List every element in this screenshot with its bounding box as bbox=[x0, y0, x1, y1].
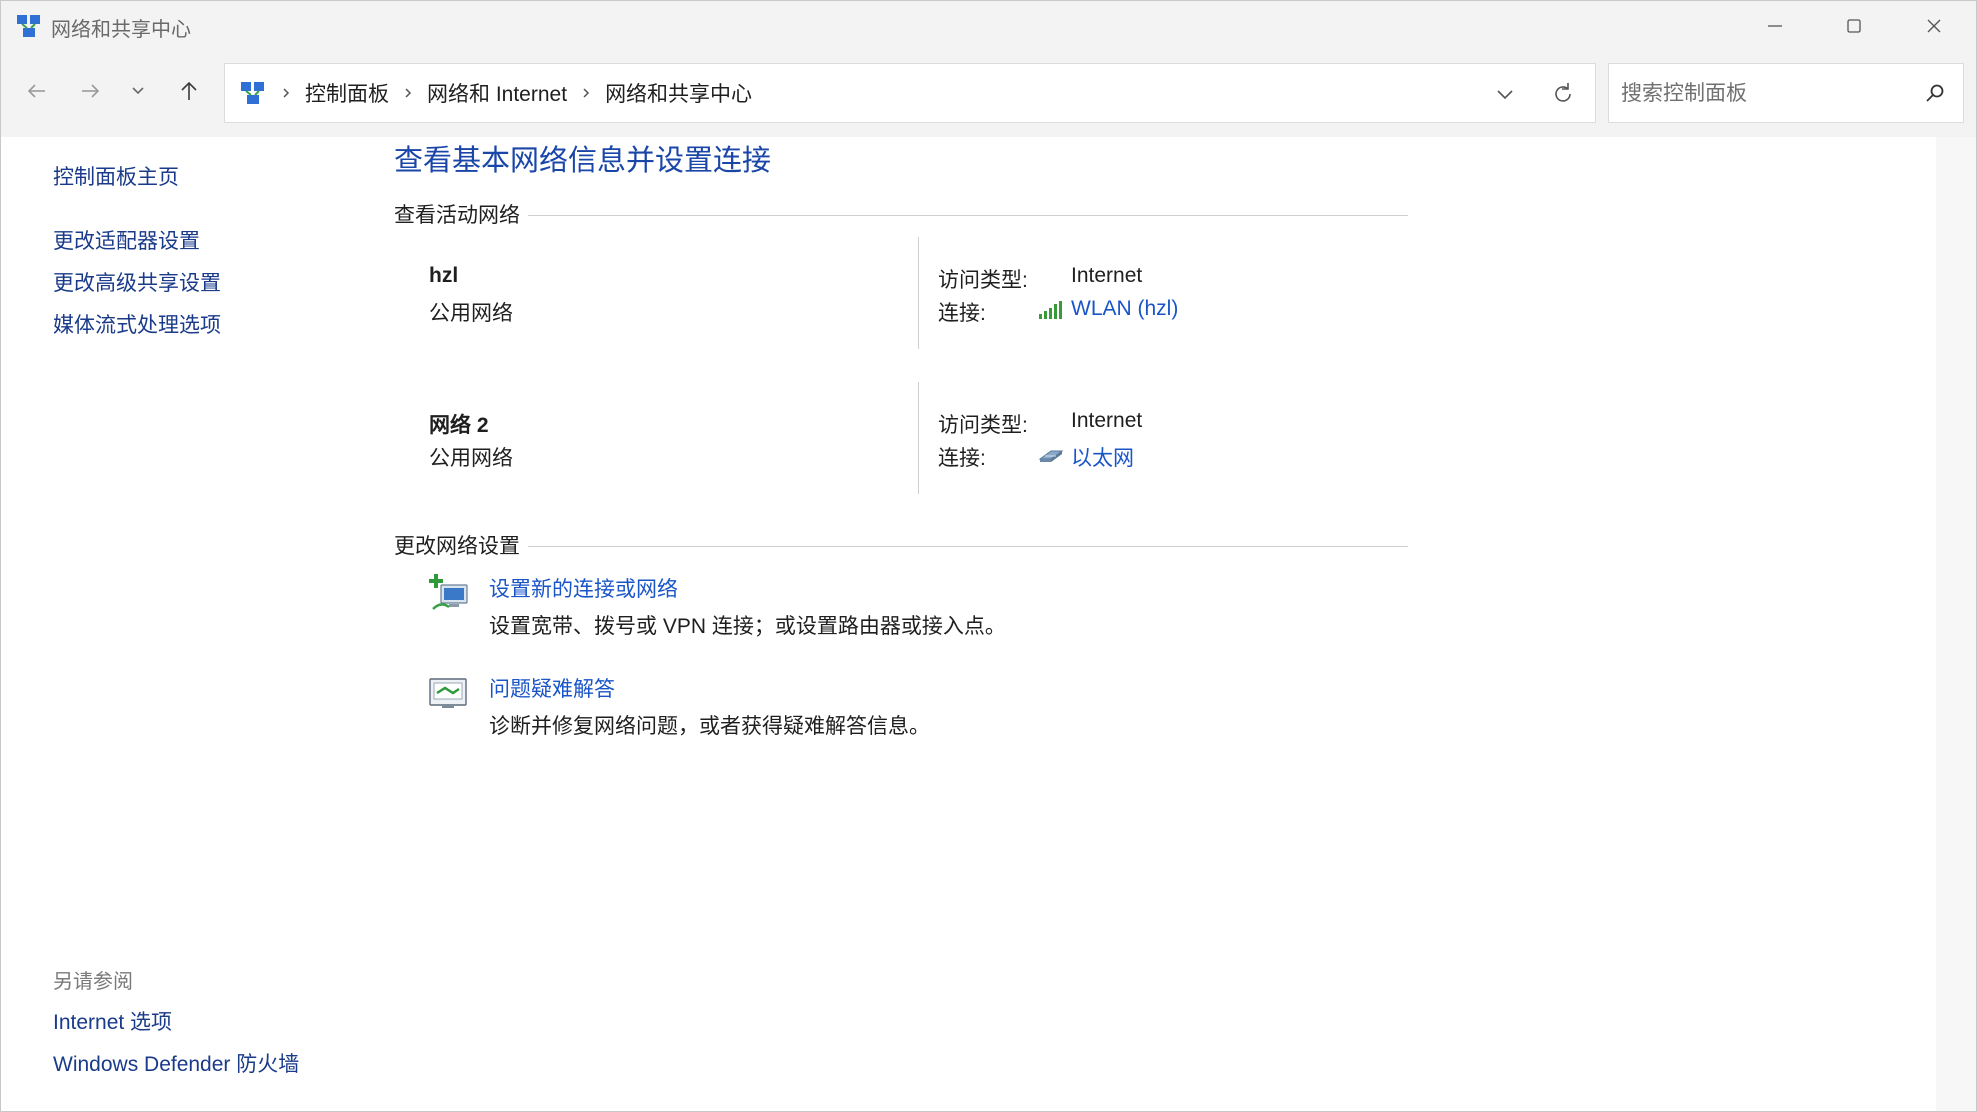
access-type-label: 访问类型: bbox=[938, 414, 1028, 437]
address-history-chevron-icon[interactable] bbox=[1493, 82, 1517, 106]
minimize-button[interactable] bbox=[1735, 1, 1815, 51]
active-networks-heading: 查看活动网络 bbox=[394, 199, 528, 229]
chevron-down-icon bbox=[132, 87, 144, 95]
sidebar-item-control-panel-home[interactable]: 控制面板主页 bbox=[53, 161, 179, 191]
minimize-icon bbox=[1768, 25, 1782, 27]
section-divider bbox=[394, 215, 1408, 216]
connection-label: 连接: bbox=[938, 302, 986, 325]
breadcrumb-network-sharing-center[interactable]: 网络和共享中心 bbox=[605, 78, 752, 108]
network-category[interactable]: 公用网络 bbox=[429, 442, 513, 472]
network-column-divider bbox=[918, 237, 919, 349]
connection-label: 连接: bbox=[938, 447, 986, 470]
sidebar-item-media-streaming-options[interactable]: 媒体流式处理选项 bbox=[53, 309, 221, 339]
breadcrumb-control-panel[interactable]: 控制面板 bbox=[305, 78, 389, 108]
network-column-divider bbox=[918, 382, 919, 494]
search-icon[interactable] bbox=[1925, 83, 1945, 103]
arrow-left-icon bbox=[27, 84, 45, 98]
network-center-icon bbox=[17, 15, 40, 37]
wifi-signal-icon bbox=[1039, 301, 1062, 319]
change-network-settings-heading: 更改网络设置 bbox=[394, 530, 528, 560]
see-also-heading: 另请参阅 bbox=[53, 971, 133, 993]
forward-button[interactable] bbox=[70, 71, 110, 111]
page-title: 查看基本网络信息并设置连接 bbox=[394, 145, 772, 177]
setup-new-connection-description: 设置宽带、拨号或 VPN 连接；或设置路由器或接入点。 bbox=[489, 615, 1006, 638]
network-category[interactable]: 公用网络 bbox=[429, 297, 513, 327]
access-type-label: 访问类型: bbox=[938, 269, 1028, 292]
navigation-bar: 控制面板 网络和 Internet 网络和共享中心 bbox=[1, 51, 1976, 137]
sidebar-item-internet-options[interactable]: Internet 选项 bbox=[53, 1006, 172, 1036]
control-panel-icon bbox=[241, 82, 264, 104]
window-right-edge bbox=[1936, 137, 1976, 1111]
refresh-icon[interactable] bbox=[1549, 80, 1577, 108]
close-button[interactable] bbox=[1894, 1, 1974, 51]
recent-locations-button[interactable] bbox=[118, 71, 158, 111]
troubleshoot-description: 诊断并修复网络问题，或者获得疑难解答信息。 bbox=[489, 715, 930, 738]
new-connection-icon[interactable] bbox=[427, 571, 471, 615]
arrow-right-icon bbox=[82, 84, 100, 98]
breadcrumb-separator-icon bbox=[281, 86, 291, 100]
access-type-value: Internet bbox=[1071, 264, 1143, 287]
breadcrumb-separator-icon bbox=[581, 86, 591, 100]
connection-link-wlan[interactable]: WLAN (hzl) bbox=[1071, 297, 1178, 321]
maximize-icon bbox=[1847, 19, 1861, 33]
content-area: 控制面板主页 更改适配器设置 更改高级共享设置 媒体流式处理选项 另请参阅 In… bbox=[1, 137, 1976, 1111]
breadcrumb-network-internet[interactable]: 网络和 Internet bbox=[427, 78, 567, 108]
address-bar[interactable]: 控制面板 网络和 Internet 网络和共享中心 bbox=[224, 63, 1596, 123]
window-title: 网络和共享中心 bbox=[51, 19, 191, 41]
troubleshoot-icon[interactable] bbox=[427, 671, 471, 715]
sidebar-item-windows-defender-firewall[interactable]: Windows Defender 防火墙 bbox=[53, 1048, 299, 1078]
title-bar: 网络和共享中心 bbox=[1, 1, 1976, 51]
network-name: 网络 2 bbox=[429, 414, 489, 437]
search-box[interactable] bbox=[1608, 63, 1964, 123]
breadcrumb-separator-icon bbox=[403, 86, 413, 100]
back-button[interactable] bbox=[17, 71, 57, 111]
close-icon bbox=[1927, 19, 1941, 33]
network-name: hzl bbox=[429, 264, 459, 287]
ethernet-icon bbox=[1038, 450, 1064, 462]
connection-link-ethernet[interactable]: 以太网 bbox=[1071, 442, 1134, 472]
section-divider bbox=[394, 546, 1408, 547]
search-input[interactable] bbox=[1619, 76, 1913, 112]
setup-new-connection-link[interactable]: 设置新的连接或网络 bbox=[489, 573, 678, 603]
troubleshoot-link[interactable]: 问题疑难解答 bbox=[489, 673, 615, 703]
sidebar-item-advanced-sharing-settings[interactable]: 更改高级共享设置 bbox=[53, 267, 221, 297]
maximize-button[interactable] bbox=[1814, 1, 1894, 51]
sidebar-item-change-adapter-settings[interactable]: 更改适配器设置 bbox=[53, 225, 200, 255]
up-button[interactable] bbox=[169, 71, 209, 111]
access-type-value: Internet bbox=[1071, 409, 1143, 432]
arrow-up-icon bbox=[181, 81, 197, 100]
network-sharing-center-window: 网络和共享中心 控制面板 网络和 Internet 网络和共享中心 搜索控制面板… bbox=[0, 0, 1977, 1112]
